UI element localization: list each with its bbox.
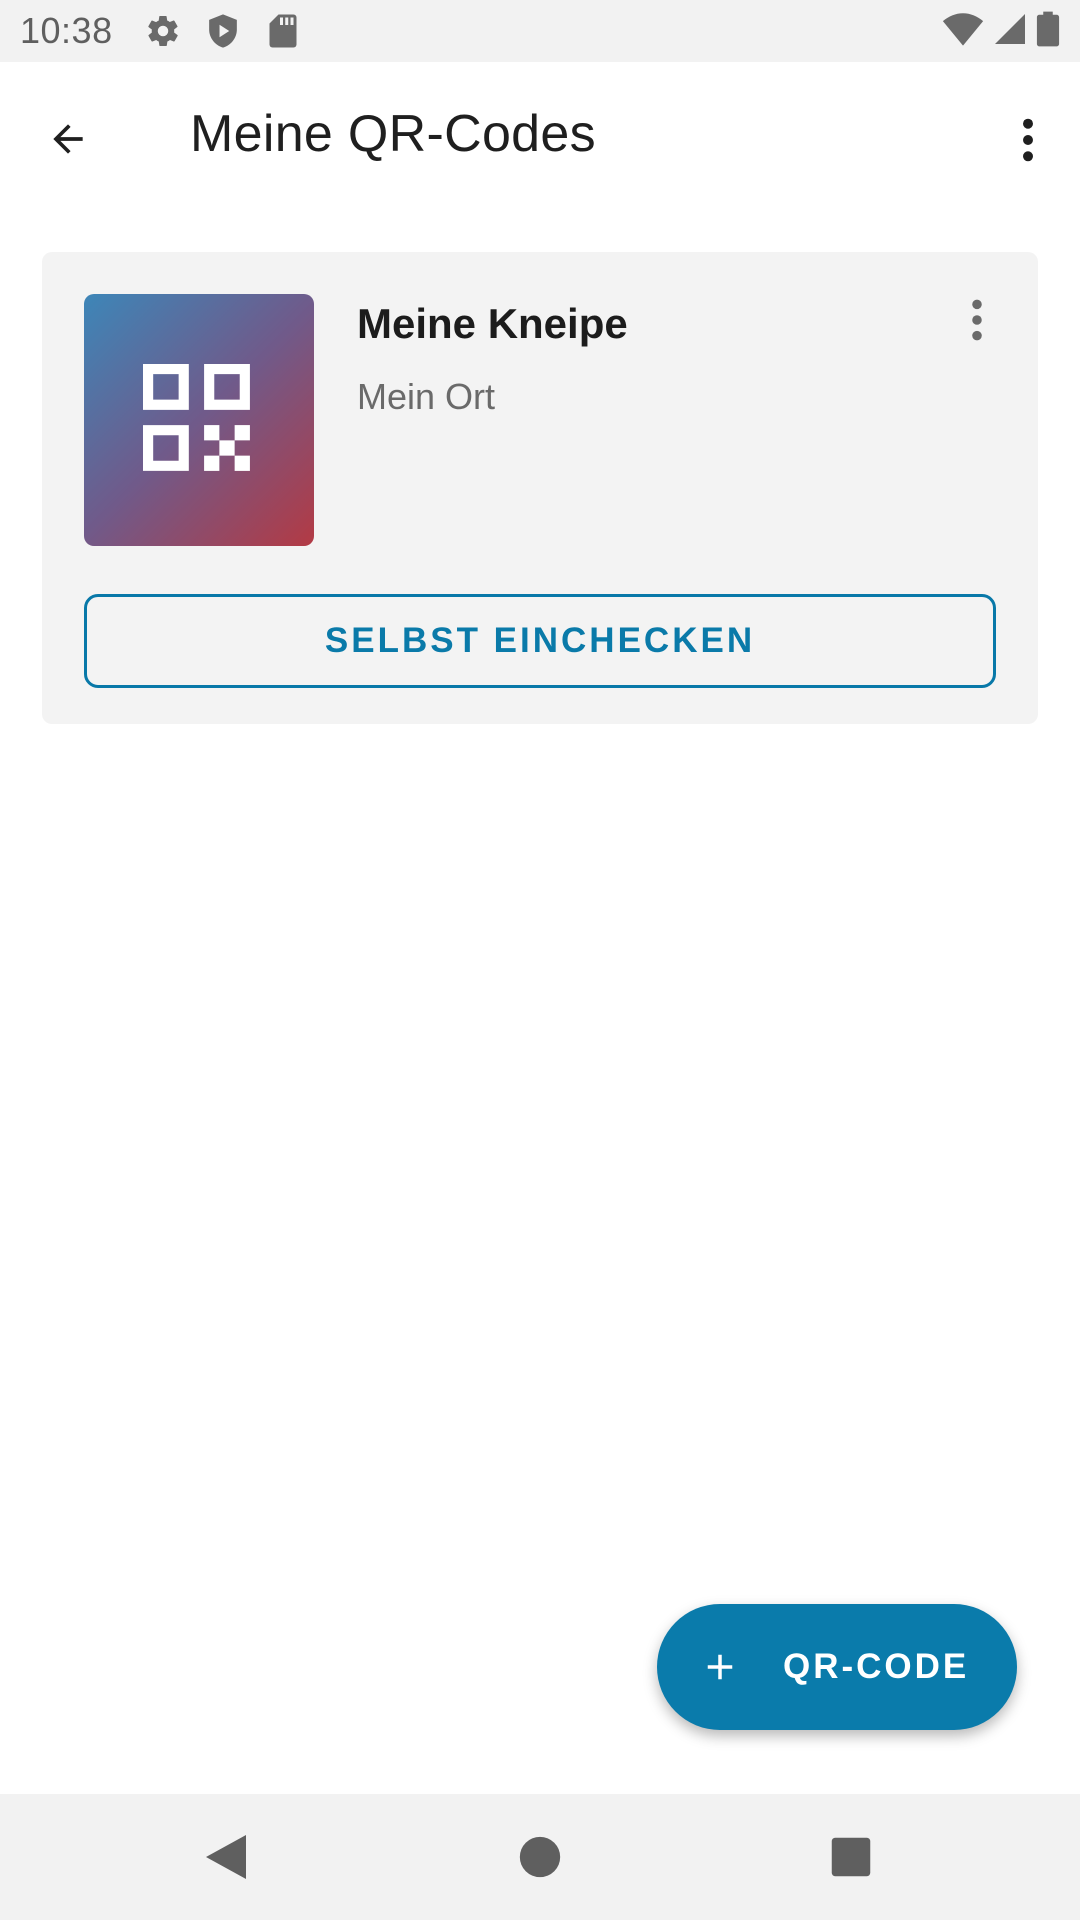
overflow-menu-button[interactable]	[1000, 110, 1056, 170]
self-checkin-button[interactable]: SELBST EINCHECKEN	[84, 594, 996, 688]
page-title: Meine QR-Codes	[190, 105, 596, 163]
app-bar: Meine QR-Codes	[0, 62, 1080, 212]
plus-icon	[707, 1654, 733, 1680]
status-time: 10:38	[20, 10, 113, 51]
qr-code-thumbnail	[84, 294, 314, 546]
qr-code-icon	[143, 364, 250, 471]
fab-label: QR-CODE	[783, 1647, 970, 1686]
nav-recents-button[interactable]	[821, 1827, 881, 1887]
card-menu-button[interactable]	[952, 290, 1002, 350]
arrow-back-icon	[53, 124, 83, 154]
more-vert-icon	[1023, 118, 1033, 162]
add-qr-code-button[interactable]: QR-CODE	[657, 1604, 1017, 1730]
wifi-icon	[942, 11, 984, 52]
nav-home-button[interactable]	[510, 1827, 570, 1887]
qr-code-card[interactable]: Meine Kneipe Mein Ort SELBST EINCHECKEN	[42, 252, 1038, 724]
settings-icon	[143, 11, 183, 51]
recents-square-icon	[831, 1837, 871, 1877]
card-title: Meine Kneipe	[357, 300, 628, 347]
shield-play-icon	[203, 11, 243, 51]
status-bar: 10:38	[0, 0, 1080, 62]
sd-card-icon	[263, 11, 303, 51]
nav-back-button[interactable]	[196, 1827, 256, 1887]
card-subtitle: Mein Ort	[357, 376, 496, 417]
system-nav-bar	[0, 1794, 1080, 1920]
back-triangle-icon	[206, 1835, 246, 1879]
battery-icon	[1036, 10, 1060, 53]
signal-icon	[992, 11, 1028, 52]
home-circle-icon	[519, 1836, 561, 1878]
back-button[interactable]	[38, 109, 98, 169]
more-vert-icon	[972, 299, 982, 341]
